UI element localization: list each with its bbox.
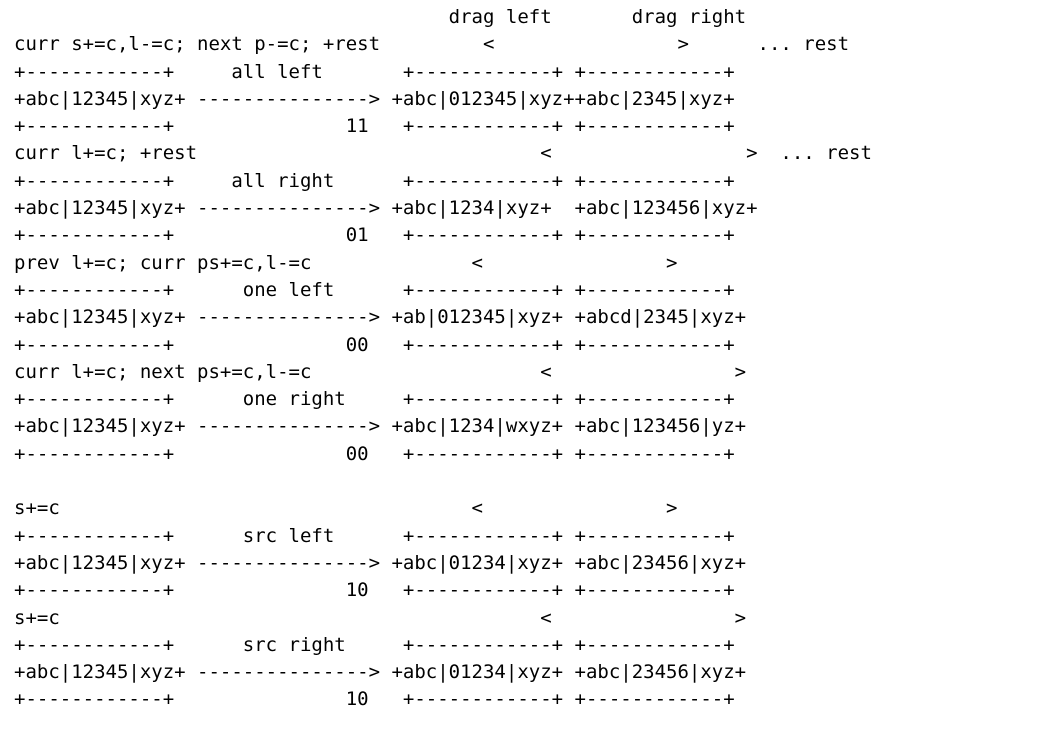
diagram-line: +abc|12345|xyz+ ---------------> +abc|12… (14, 197, 758, 220)
diagram-line: +------------+ 00 +------------+ +------… (14, 442, 735, 465)
diagram-line: +------------+ 11 +------------+ +------… (14, 115, 735, 138)
diagram-line: drag left drag right (14, 6, 747, 28)
diagram-line: prev l+=c; curr ps+=c,l-=c < > (14, 251, 678, 274)
ascii-diagram: drag left drag right curr s+=c,l-=c; next… (14, 4, 872, 714)
diagram-line: curr l+=c; next ps+=c,l-=c < > (14, 360, 747, 383)
diagram-line: +------------+ 10 +------------+ +------… (14, 688, 735, 711)
diagram-line: +------------+ 00 +------------+ +------… (14, 333, 735, 356)
diagram-line: +------------+ 01 +------------+ +------… (14, 224, 735, 247)
diagram-line (14, 468, 872, 495)
diagram-line: s+=c < > (14, 606, 747, 629)
diagram-line: +------------+ 10 +------------+ +------… (14, 579, 735, 602)
diagram-line: +------------+ one right +------------+ … (14, 388, 735, 411)
diagram-line: +abc|12345|xyz+ ---------------> +ab|012… (14, 306, 747, 329)
diagram-line: +------------+ all left +------------+ +… (14, 60, 735, 83)
diagram-line: +abc|12345|xyz+ ---------------> +abc|01… (14, 661, 747, 684)
diagram-line: +abc|12345|xyz+ ---------------> +abc|01… (14, 551, 747, 574)
diagram-line: +------------+ src left +------------+ +… (14, 524, 735, 547)
diagram-line: +------------+ one left +------------+ +… (14, 278, 735, 301)
diagram-line: +------------+ src right +------------+ … (14, 633, 735, 656)
diagram-line: curr s+=c,l-=c; next p-=c; +rest < > ...… (14, 33, 850, 56)
diagram-line: +abc|12345|xyz+ ---------------> +abc|12… (14, 415, 747, 438)
diagram-line: +------------+ all right +------------+ … (14, 169, 735, 192)
diagram-line: curr l+=c; +rest < > ... rest (14, 142, 872, 165)
diagram-line: +abc|12345|xyz+ ---------------> +abc|01… (14, 87, 735, 110)
diagram-line: s+=c < > (14, 497, 678, 520)
